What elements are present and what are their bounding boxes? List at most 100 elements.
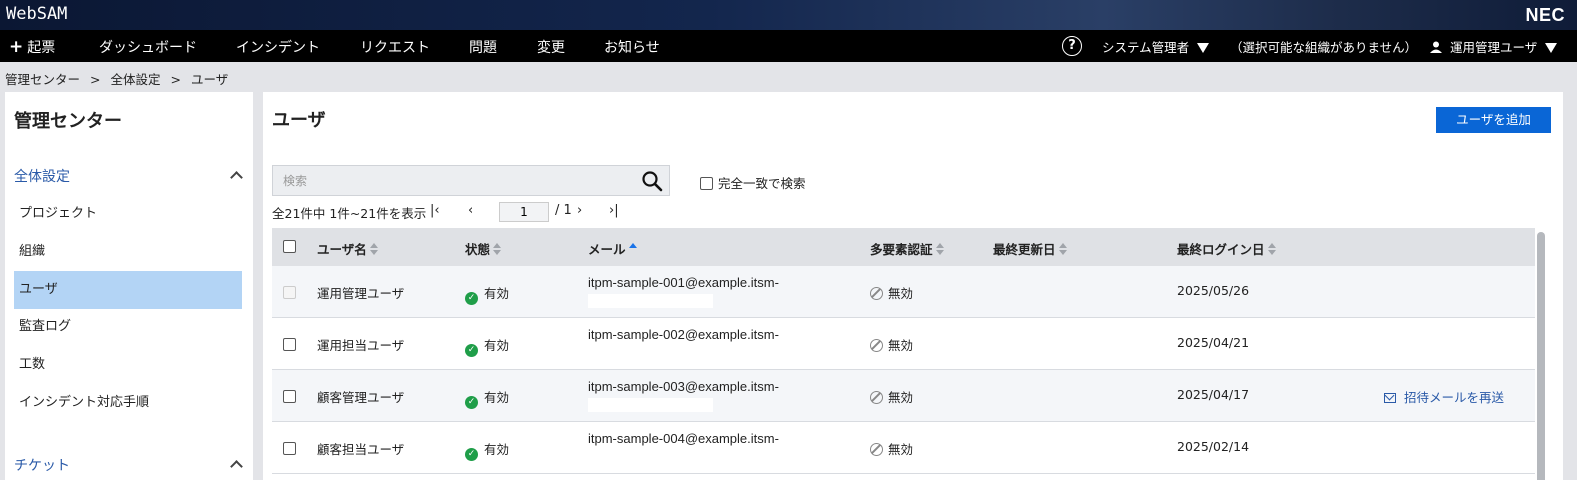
disabled-icon <box>870 287 883 300</box>
sort-icon[interactable] <box>935 243 944 255</box>
chevron-up-icon[interactable] <box>230 171 243 184</box>
cell-status: ✓ 有効 <box>465 335 509 357</box>
nav-change[interactable]: 変更 <box>537 37 565 57</box>
column-label: メール <box>588 242 626 257</box>
sort-icon[interactable] <box>1058 243 1067 255</box>
nav-problem[interactable]: 問題 <box>469 37 497 57</box>
cell-username: 運用担当ユーザ <box>317 338 405 353</box>
disabled-icon <box>870 339 883 352</box>
exact-match-option[interactable]: 完全一致で検索 <box>700 173 806 192</box>
nav-dashboard[interactable]: ダッシュボード <box>99 37 197 57</box>
user-menu[interactable]: 運用管理ユーザ <box>1430 37 1558 56</box>
breadcrumb-item[interactable]: 管理センター <box>5 72 80 87</box>
cell-email: itpm-sample-004@example.itsm- <box>588 431 779 446</box>
column-label: 最終ログイン日 <box>1177 242 1265 257</box>
mail-send-icon <box>1384 393 1396 403</box>
check-circle-icon: ✓ <box>465 396 478 409</box>
sidebar-title: 管理センター <box>14 111 122 132</box>
disabled-icon <box>870 391 883 404</box>
sort-icon[interactable] <box>1267 243 1276 255</box>
check-circle-icon: ✓ <box>465 344 478 357</box>
row-checkbox[interactable] <box>283 442 296 455</box>
mfa-label: 無効 <box>888 338 914 353</box>
app-name: WebSAM <box>6 4 68 24</box>
prev-page-icon[interactable]: ‹ <box>468 203 473 218</box>
exact-match-checkbox[interactable] <box>700 177 713 190</box>
sort-icon[interactable] <box>493 243 502 255</box>
global-nav: + 起票 ダッシュボード インシデント リクエスト 問題 変更 お知らせ ? シス… <box>0 30 1577 62</box>
table-row[interactable]: 顧客管理ユーザ ✓ 有効 itpm-sample-003@example.itsm… <box>272 370 1535 422</box>
column-username[interactable]: ユーザ名 <box>317 239 378 258</box>
first-page-icon[interactable]: |‹ <box>430 203 440 218</box>
row-checkbox[interactable] <box>283 390 296 403</box>
nav-notice[interactable]: お知らせ <box>604 37 660 57</box>
status-label: 有効 <box>484 286 510 301</box>
page-number-input[interactable] <box>499 202 549 222</box>
last-page-icon[interactable]: ›| <box>609 203 619 218</box>
sidebar-section-ticket[interactable]: チケット <box>14 455 70 475</box>
row-checkbox[interactable] <box>283 338 296 351</box>
table-row[interactable]: 運用担当ユーザ ✓ 有効 itpm-sample-002@example.itsm… <box>272 318 1535 370</box>
table-row[interactable]: 顧客担当ユーザ ✓ 有効 itpm-sample-004@example.itsm… <box>272 422 1535 474</box>
org-selector[interactable]: （選択可能な組織がありません） <box>1230 37 1417 56</box>
check-circle-icon: ✓ <box>465 292 478 305</box>
cell-mfa: 無効 <box>870 335 913 354</box>
role-label: システム管理者 <box>1102 40 1190 55</box>
cell-email: itpm-sample-002@example.itsm- <box>588 327 779 342</box>
add-user-button[interactable]: ユーザを追加 <box>1436 107 1551 133</box>
breadcrumb: 管理センター > 全体設定 > ユーザ <box>5 69 228 88</box>
cell-username: 顧客管理ユーザ <box>317 390 405 405</box>
email-redaction <box>588 294 713 308</box>
page-title: ユーザ <box>272 110 326 131</box>
sidebar-item-organization[interactable]: 組織 <box>14 233 242 271</box>
table-row[interactable]: 運用管理ユーザ ✓ 有効 itpm-sample-001@example.itsm… <box>272 266 1535 318</box>
breadcrumb-separator: > <box>170 72 181 87</box>
user-name: 運用管理ユーザ <box>1450 40 1538 55</box>
pager-summary: 全21件中 1件~21件を表示 <box>272 206 427 221</box>
cell-last-login: 2025/04/17 <box>1177 387 1250 402</box>
column-label: 最終更新日 <box>993 242 1056 257</box>
resend-invite-label: 招待メールを再送 <box>1404 390 1505 405</box>
column-status[interactable]: 状態 <box>465 239 502 258</box>
plus-icon: + <box>9 37 24 57</box>
cell-last-login: 2025/02/14 <box>1177 439 1250 454</box>
caret-down-icon <box>1197 43 1210 53</box>
cell-status: ✓ 有効 <box>465 387 509 409</box>
resend-invite-link[interactable]: 招待メールを再送 <box>1384 387 1504 406</box>
row-checkbox <box>283 286 296 299</box>
column-email[interactable]: メール <box>588 239 637 258</box>
role-selector[interactable]: システム管理者 <box>1102 37 1210 56</box>
help-icon[interactable]: ? <box>1062 36 1082 56</box>
column-label: ユーザ名 <box>317 242 367 257</box>
column-last-login[interactable]: 最終ログイン日 <box>1177 239 1276 258</box>
sidebar-item-users[interactable]: ユーザ <box>14 271 242 309</box>
caret-down-icon <box>1545 43 1558 53</box>
breadcrumb-item[interactable]: 全体設定 <box>111 72 161 87</box>
search-icon[interactable] <box>641 170 663 192</box>
mfa-label: 無効 <box>888 442 914 457</box>
column-label: 状態 <box>465 242 491 257</box>
sidebar-item-effort[interactable]: 工数 <box>14 346 242 384</box>
cell-status: ✓ 有効 <box>465 283 509 305</box>
sidebar-item-project[interactable]: プロジェクト <box>14 195 242 233</box>
sort-icon[interactable] <box>369 243 378 255</box>
sidebar-item-incident-procedure[interactable]: インシデント対応手順 <box>14 384 242 422</box>
column-last-updated[interactable]: 最終更新日 <box>993 239 1067 258</box>
chevron-up-icon[interactable] <box>230 460 243 473</box>
main-panel: ユーザ ユーザを追加 完全一致で検索 全21件中 1件~21件を表示 |‹ ‹ … <box>263 92 1563 480</box>
next-page-icon[interactable]: › <box>577 203 582 218</box>
table-scrollbar[interactable] <box>1537 232 1545 480</box>
search-input[interactable] <box>273 166 633 195</box>
nav-request[interactable]: リクエスト <box>360 37 430 57</box>
column-mfa[interactable]: 多要素認証 <box>870 239 944 258</box>
sort-ascending-icon[interactable] <box>628 243 637 255</box>
sidebar-section-general[interactable]: 全体設定 <box>14 166 70 186</box>
cell-mfa: 無効 <box>870 387 913 406</box>
select-all-checkbox[interactable] <box>283 240 296 253</box>
create-ticket-button[interactable]: + 起票 <box>9 37 55 57</box>
nav-incident[interactable]: インシデント <box>236 37 320 57</box>
check-circle-icon: ✓ <box>465 448 478 461</box>
sidebar-item-audit-log[interactable]: 監査ログ <box>14 308 242 346</box>
cell-last-login: 2025/04/21 <box>1177 335 1250 350</box>
status-label: 有効 <box>484 338 510 353</box>
